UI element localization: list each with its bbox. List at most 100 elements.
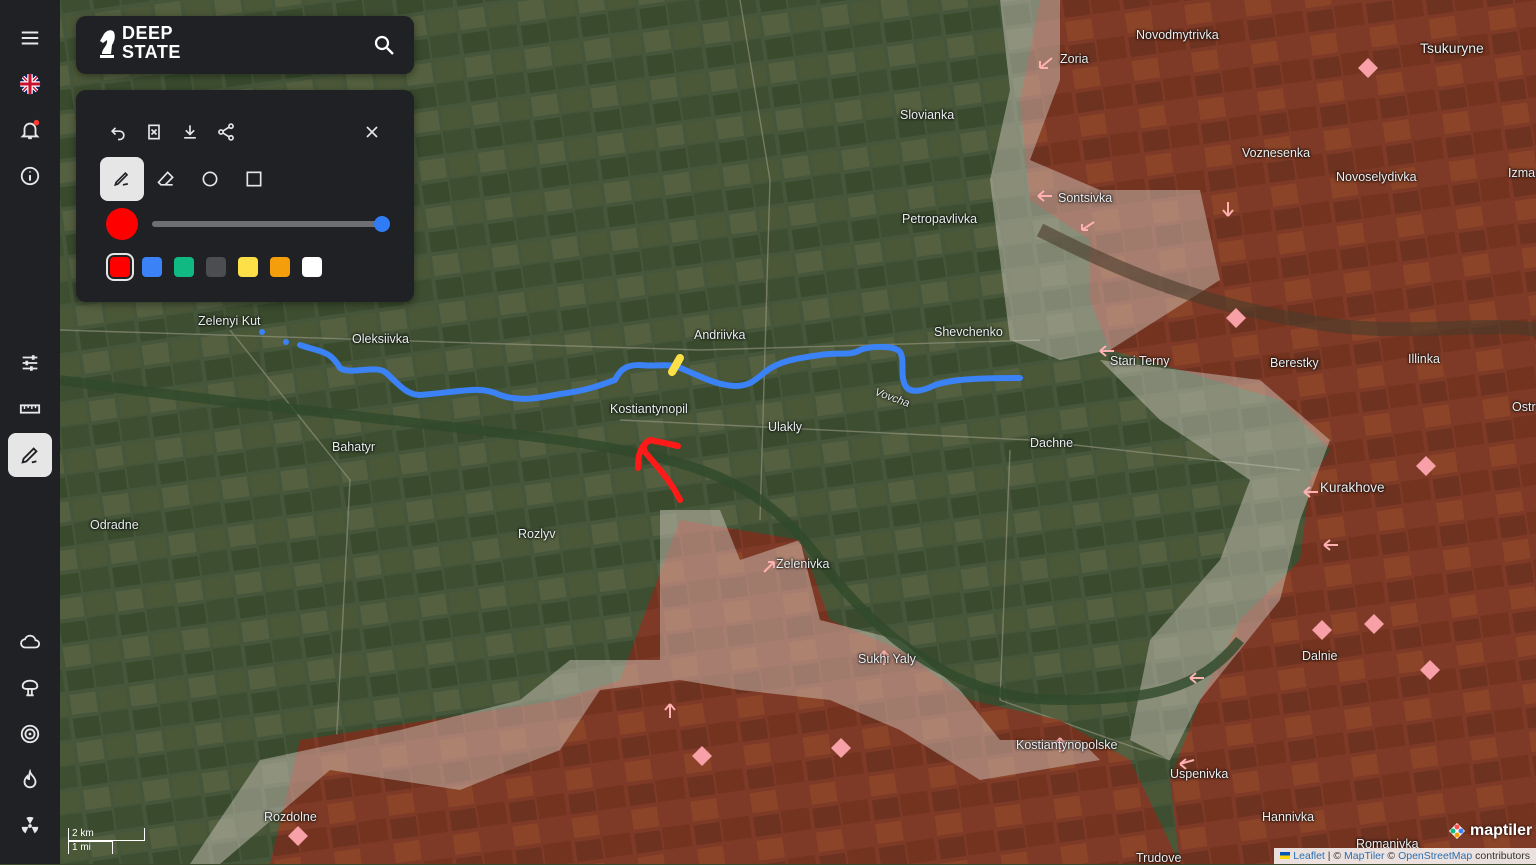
drawn-blue-dot [259, 329, 265, 335]
close-button[interactable] [350, 110, 394, 154]
explosions-button[interactable] [8, 666, 52, 710]
knight-logo-icon [96, 26, 118, 60]
pen-icon [112, 169, 132, 189]
download-icon [180, 122, 200, 142]
brush-size-slider[interactable] [152, 221, 384, 227]
radiation-icon [19, 815, 41, 837]
osm-link[interactable]: OpenStreetMap [1398, 850, 1472, 862]
color-swatch-yellow[interactable] [238, 257, 258, 277]
close-icon [362, 122, 382, 142]
map-label: Sukhi Yaly [858, 652, 916, 666]
map-label: Shevchenko [934, 325, 1003, 339]
search-icon [372, 33, 396, 57]
color-swatch-orange[interactable] [270, 257, 290, 277]
notifications-button[interactable] [8, 108, 52, 152]
fire-icon [19, 769, 41, 791]
ruler-button[interactable] [8, 387, 52, 431]
map-label: Rozdolne [264, 810, 317, 824]
circle-icon [200, 169, 220, 189]
circle-mode-button[interactable] [188, 157, 232, 201]
rectangle-mode-button[interactable] [232, 157, 276, 201]
notification-bell-icon [19, 119, 41, 141]
target-icon [19, 723, 41, 745]
map-label: Odradne [90, 518, 139, 532]
map-label: Trudove [1136, 851, 1181, 865]
share-button[interactable] [204, 110, 248, 154]
info-icon [19, 165, 41, 187]
attribution-sep: © [1385, 850, 1399, 862]
logo-text-line1: DEEP [122, 24, 181, 43]
map-label: Kurakhove [1320, 480, 1385, 495]
maptiler-icon [1448, 822, 1466, 840]
maptiler-text: maptiler [1470, 822, 1532, 840]
map-attribution: Leaflet | © MapTiler © OpenStreetMap con… [1274, 848, 1536, 864]
map-label: Zelenivka [776, 557, 830, 571]
filters-icon [19, 352, 41, 374]
color-swatch-green[interactable] [174, 257, 194, 277]
deepstate-logo[interactable]: DEEP STATE [96, 24, 181, 62]
map-label: Kostiantynopolske [1016, 738, 1117, 752]
map-label: Novoselydivka [1336, 170, 1417, 184]
draw-tool-icon [19, 444, 41, 466]
map-label: Bahatyr [332, 440, 375, 454]
search-button[interactable] [372, 33, 396, 57]
map-label: Voznesenka [1242, 146, 1310, 160]
color-swatch-gray[interactable] [206, 257, 226, 277]
undo-icon [108, 122, 128, 142]
ruler-icon [19, 398, 41, 420]
draw-button[interactable] [8, 433, 52, 477]
map-label: Rozlyv [518, 527, 556, 541]
map-label: Dachne [1030, 436, 1073, 450]
map-label: Andriivka [694, 328, 745, 342]
color-swatch-red[interactable] [110, 257, 130, 277]
brush-size-slider-thumb[interactable] [374, 216, 390, 232]
explosion-icon [19, 677, 41, 699]
weather-cloud-icon [19, 631, 41, 653]
eraser-mode-button[interactable] [144, 157, 188, 201]
attribution-sep: | © [1325, 850, 1344, 862]
scale-mi: 1 mi [68, 841, 113, 854]
leaflet-link[interactable]: Leaflet [1293, 850, 1325, 862]
map-label: Zoria [1060, 52, 1088, 66]
map-label: Petropavlivka [902, 212, 977, 226]
maptiler-logo[interactable]: maptiler [1448, 822, 1532, 840]
map-label: Zelenyi Kut [198, 314, 261, 328]
map-label: Slovianka [900, 108, 954, 122]
color-swatch-white[interactable] [302, 257, 322, 277]
map-label: Stari Terny [1110, 354, 1170, 368]
color-swatch-blue[interactable] [142, 257, 162, 277]
current-color-indicator [106, 208, 138, 240]
weather-button[interactable] [8, 620, 52, 664]
menu-button[interactable] [8, 16, 52, 60]
uk-flag-icon [19, 73, 41, 95]
header-panel: DEEP STATE [76, 16, 414, 74]
radiation-button[interactable] [8, 804, 52, 848]
share-icon [216, 122, 236, 142]
menu-icon [19, 27, 41, 49]
map-label: Tsukuryne [1420, 40, 1484, 56]
info-button[interactable] [8, 154, 52, 198]
map-label: Illinka [1408, 352, 1440, 366]
targets-button[interactable] [8, 712, 52, 756]
ukraine-flag-icon [1280, 852, 1290, 859]
map-label: Dalnie [1302, 649, 1337, 663]
language-button[interactable] [8, 62, 52, 106]
map-label: Ulakly [768, 420, 802, 434]
draw-panel [76, 90, 414, 302]
eraser-icon [156, 169, 176, 189]
scale-bar: 2 km 1 mi [68, 828, 145, 854]
pen-mode-button[interactable] [100, 157, 144, 201]
attribution-tail: contributors [1472, 850, 1530, 862]
map-label: Kostiantynopil [610, 402, 688, 416]
map-label: Hannivka [1262, 810, 1314, 824]
maptiler-link[interactable]: MapTiler [1344, 850, 1384, 862]
map-label: Ostr [1512, 400, 1536, 414]
filters-button[interactable] [8, 341, 52, 385]
drawn-blue-dot [283, 339, 289, 345]
map-label: Uspenivka [1170, 767, 1228, 781]
map-label: Berestky [1270, 356, 1319, 370]
sidebar [0, 0, 60, 864]
fires-button[interactable] [8, 758, 52, 802]
logo-text-line2: STATE [122, 43, 181, 62]
map-label: Oleksiivka [352, 332, 409, 346]
